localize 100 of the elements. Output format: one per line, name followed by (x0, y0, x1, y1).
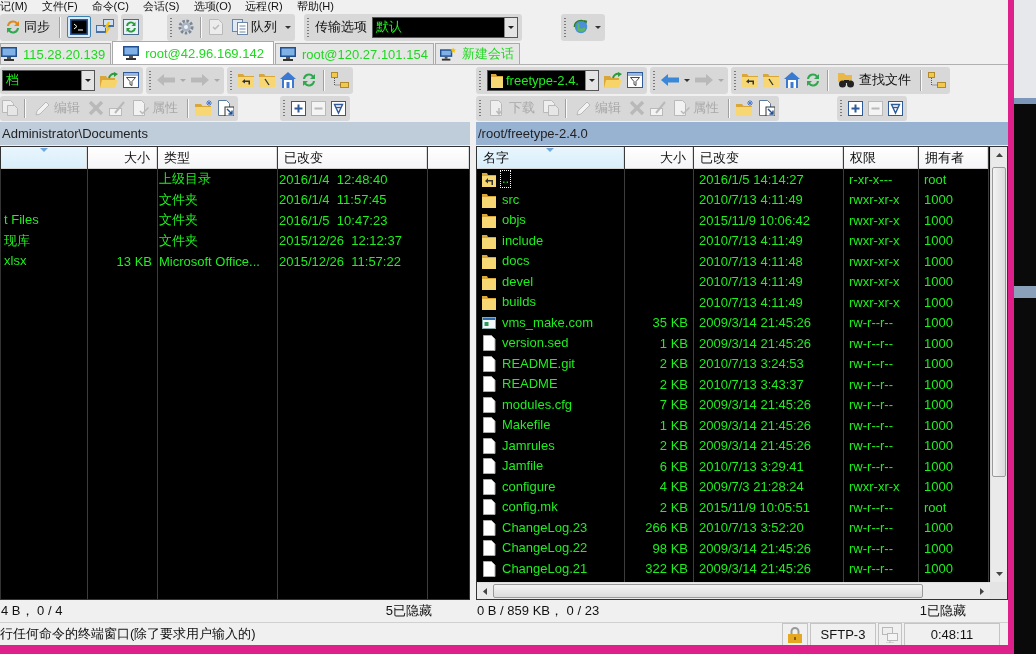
folder-arrow-icon[interactable] (238, 72, 254, 88)
menu-item[interactable]: 选项(O) (193, 0, 232, 12)
folder-slash-icon[interactable] (763, 72, 779, 88)
sync-button[interactable]: 同步 (2, 16, 53, 38)
dropdown-button[interactable] (81, 70, 94, 90)
file-name[interactable]: include (500, 231, 546, 250)
page-arrow-icon[interactable] (218, 100, 234, 116)
file-name[interactable]: modules.cfg (500, 395, 575, 414)
file-name[interactable]: t Files (2, 211, 41, 230)
table-cell: rw-r--r-- (849, 438, 894, 454)
table-cell: 1000 (924, 192, 953, 208)
column-header[interactable]: 权限 (844, 147, 918, 169)
folder-arrow-icon[interactable] (742, 72, 758, 88)
column-header[interactable]: 拥有者 (919, 147, 988, 169)
tree-icon[interactable] (928, 72, 946, 88)
column-header[interactable]: 已改变 (694, 147, 843, 169)
menu-item[interactable]: 帮助(H) (296, 0, 334, 12)
table-cell: 7 KB (659, 397, 688, 413)
right-arrow-icon[interactable] (980, 587, 984, 595)
file-name[interactable]: Jamrules (500, 436, 557, 455)
table-cell: 文件夹 (159, 231, 198, 250)
dropdown-button[interactable] (504, 17, 517, 37)
menu-item[interactable]: 记(M) (0, 0, 28, 12)
scroll-thumb[interactable] (493, 584, 923, 598)
filter-icon[interactable] (123, 72, 139, 88)
table-cell: 1000 (924, 356, 953, 372)
file-name[interactable]: docs (500, 252, 532, 271)
file-name[interactable]: README.git (500, 354, 577, 373)
left-arrow-icon[interactable] (483, 587, 487, 595)
refresh-icon[interactable] (805, 72, 821, 88)
open-folder-icon[interactable] (100, 72, 118, 88)
folder-sparkle-icon[interactable] (736, 100, 754, 116)
folder-sparkle-icon[interactable] (195, 100, 213, 116)
table-cell: 2016/1/5 14:14:27 (699, 171, 804, 187)
file-name[interactable]: src (500, 190, 522, 209)
page-arrow-icon[interactable] (759, 100, 775, 116)
table-cell: rw-r--r-- (849, 397, 894, 413)
column-header[interactable]: 大小 (88, 147, 157, 169)
find-files-button[interactable]: 查找文件 (835, 69, 914, 91)
file-name[interactable]: README (500, 375, 560, 394)
menu-item[interactable]: 文件(F) (41, 0, 78, 12)
inverted-triangle-icon[interactable] (331, 100, 346, 116)
home-icon[interactable] (280, 72, 296, 88)
filter-icon[interactable] (627, 72, 643, 88)
terminal-button[interactable] (67, 16, 91, 38)
stacked-pages-icon (232, 19, 248, 35)
tree-icon[interactable] (331, 72, 349, 88)
file-name[interactable]: builds (500, 293, 538, 312)
scroll-thumb[interactable] (992, 167, 1006, 477)
plus-icon[interactable] (848, 100, 863, 116)
vertical-scrollbar[interactable] (990, 147, 1007, 582)
globe-refresh-icon[interactable] (572, 19, 590, 35)
file-name[interactable]: xlsx (2, 252, 29, 271)
table-cell: 2010/7/13 4:11:49 (699, 192, 803, 208)
file-name[interactable]: ChangeLog.21 (500, 559, 590, 578)
column-header[interactable]: 类型 (158, 147, 277, 169)
file-name[interactable]: config.mk (500, 498, 560, 517)
gear-icon[interactable] (178, 19, 194, 35)
menu-item[interactable]: 命令(C) (91, 0, 129, 12)
file-name[interactable]: devel (500, 272, 536, 291)
table-cell: 1000 (924, 274, 953, 290)
menu-item[interactable]: 远程(R) (245, 0, 283, 12)
plus-icon[interactable] (291, 100, 306, 116)
file-name[interactable]: .. (500, 170, 512, 189)
file-name[interactable]: version.sed (500, 334, 571, 353)
caret-icon[interactable] (595, 25, 601, 29)
window-icon (482, 314, 496, 331)
file-name[interactable]: ChangeLog.22 (500, 539, 590, 558)
column-header[interactable]: 名字 (477, 147, 624, 169)
file-name[interactable]: Makefile (500, 416, 553, 435)
column-header[interactable]: 已改变 (278, 147, 427, 169)
inverted-triangle-icon[interactable] (888, 100, 903, 116)
home-icon[interactable] (784, 72, 800, 88)
table-cell: 2010/7/13 3:52:20 (699, 520, 804, 536)
table-cell: rw-r--r-- (849, 540, 894, 556)
dropdown-button[interactable] (585, 70, 598, 90)
queue-button[interactable]: 队列 (229, 16, 280, 38)
column-header[interactable]: 大小 (625, 147, 693, 169)
file-name[interactable]: Jamfile (500, 457, 546, 476)
caret-icon[interactable] (684, 78, 690, 82)
monitor-icon (1, 47, 17, 61)
menu-item[interactable]: 会话(S) (142, 0, 180, 12)
caret-icon[interactable] (285, 25, 291, 29)
transfer-settings-combo[interactable]: 默认 (372, 16, 518, 38)
file-name[interactable]: configure (500, 477, 558, 496)
horizontal-scrollbar[interactable] (477, 582, 990, 599)
file-name[interactable]: 现库 (2, 231, 32, 250)
up-arrow-icon[interactable] (995, 153, 1003, 157)
lightning-monitors-icon[interactable] (96, 19, 114, 35)
table-cell: 2009/3/14 21:45:26 (699, 417, 812, 433)
location-combo[interactable]: freetype-2.4. (487, 69, 599, 91)
location-combo[interactable]: 档 (2, 69, 95, 91)
refresh-icon[interactable] (301, 72, 317, 88)
open-folder-icon[interactable] (604, 72, 622, 88)
refresh-square-icon[interactable] (123, 19, 139, 35)
down-arrow-icon[interactable] (995, 572, 1003, 576)
file-name[interactable]: vms_make.com (500, 313, 596, 332)
file-name[interactable]: ChangeLog.23 (500, 518, 590, 537)
file-name[interactable]: objs (500, 211, 528, 230)
folder-slash-icon[interactable] (259, 72, 275, 88)
